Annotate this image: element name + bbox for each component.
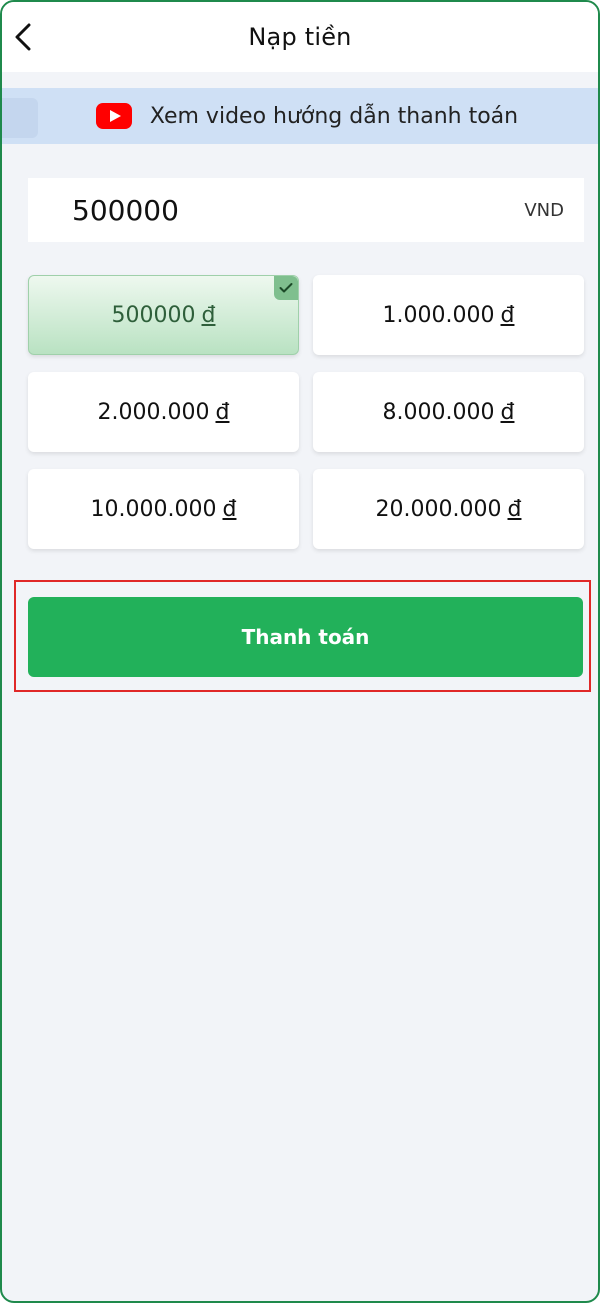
preset-amount-option[interactable]: 500000 đ <box>28 275 299 355</box>
page-title: Nạp tiền <box>248 23 352 51</box>
preset-amount-value: 8.000.000 <box>382 399 495 425</box>
video-guide-banner[interactable]: Xem video hướng dẫn thanh toán <box>2 88 598 144</box>
preset-amount-option[interactable]: 10.000.000 đ <box>28 469 299 549</box>
header: Nạp tiền <box>2 2 598 72</box>
preset-amount-value: 500000 <box>111 302 196 328</box>
chevron-left-icon <box>15 23 31 51</box>
currency-unit: VND <box>524 199 564 221</box>
preset-amount-value: 2.000.000 <box>97 399 210 425</box>
banner-text: Xem video hướng dẫn thanh toán <box>149 103 519 129</box>
back-button[interactable] <box>8 20 38 54</box>
preset-amount-option[interactable]: 8.000.000 đ <box>313 372 584 452</box>
preset-amount-value: 10.000.000 <box>90 496 217 522</box>
preset-amount-option[interactable]: 1.000.000 đ <box>313 275 584 355</box>
selected-check-icon <box>274 276 298 300</box>
youtube-icon <box>95 103 132 129</box>
preset-currency: đ <box>507 496 522 522</box>
preset-currency: đ <box>215 399 230 425</box>
preset-currency: đ <box>500 399 515 425</box>
preset-amount-grid: 500000 đ 1.000.000 đ 2.000.000 đ 8.000.0… <box>28 275 584 549</box>
preset-currency: đ <box>201 302 216 328</box>
preset-amount-option[interactable]: 2.000.000 đ <box>28 372 299 452</box>
preset-currency: đ <box>500 302 515 328</box>
preset-amount-option[interactable]: 20.000.000 đ <box>313 469 584 549</box>
amount-field[interactable]: VND <box>28 178 584 242</box>
preset-amount-value: 1.000.000 <box>382 302 495 328</box>
app-frame: Nạp tiền Xem video hướng dẫn thanh toán … <box>0 0 600 1303</box>
banner-side-tab <box>2 98 38 138</box>
preset-amount-value: 20.000.000 <box>375 496 502 522</box>
pay-button[interactable]: Thanh toán <box>28 597 583 677</box>
preset-currency: đ <box>222 496 237 522</box>
amount-input[interactable] <box>72 193 452 227</box>
